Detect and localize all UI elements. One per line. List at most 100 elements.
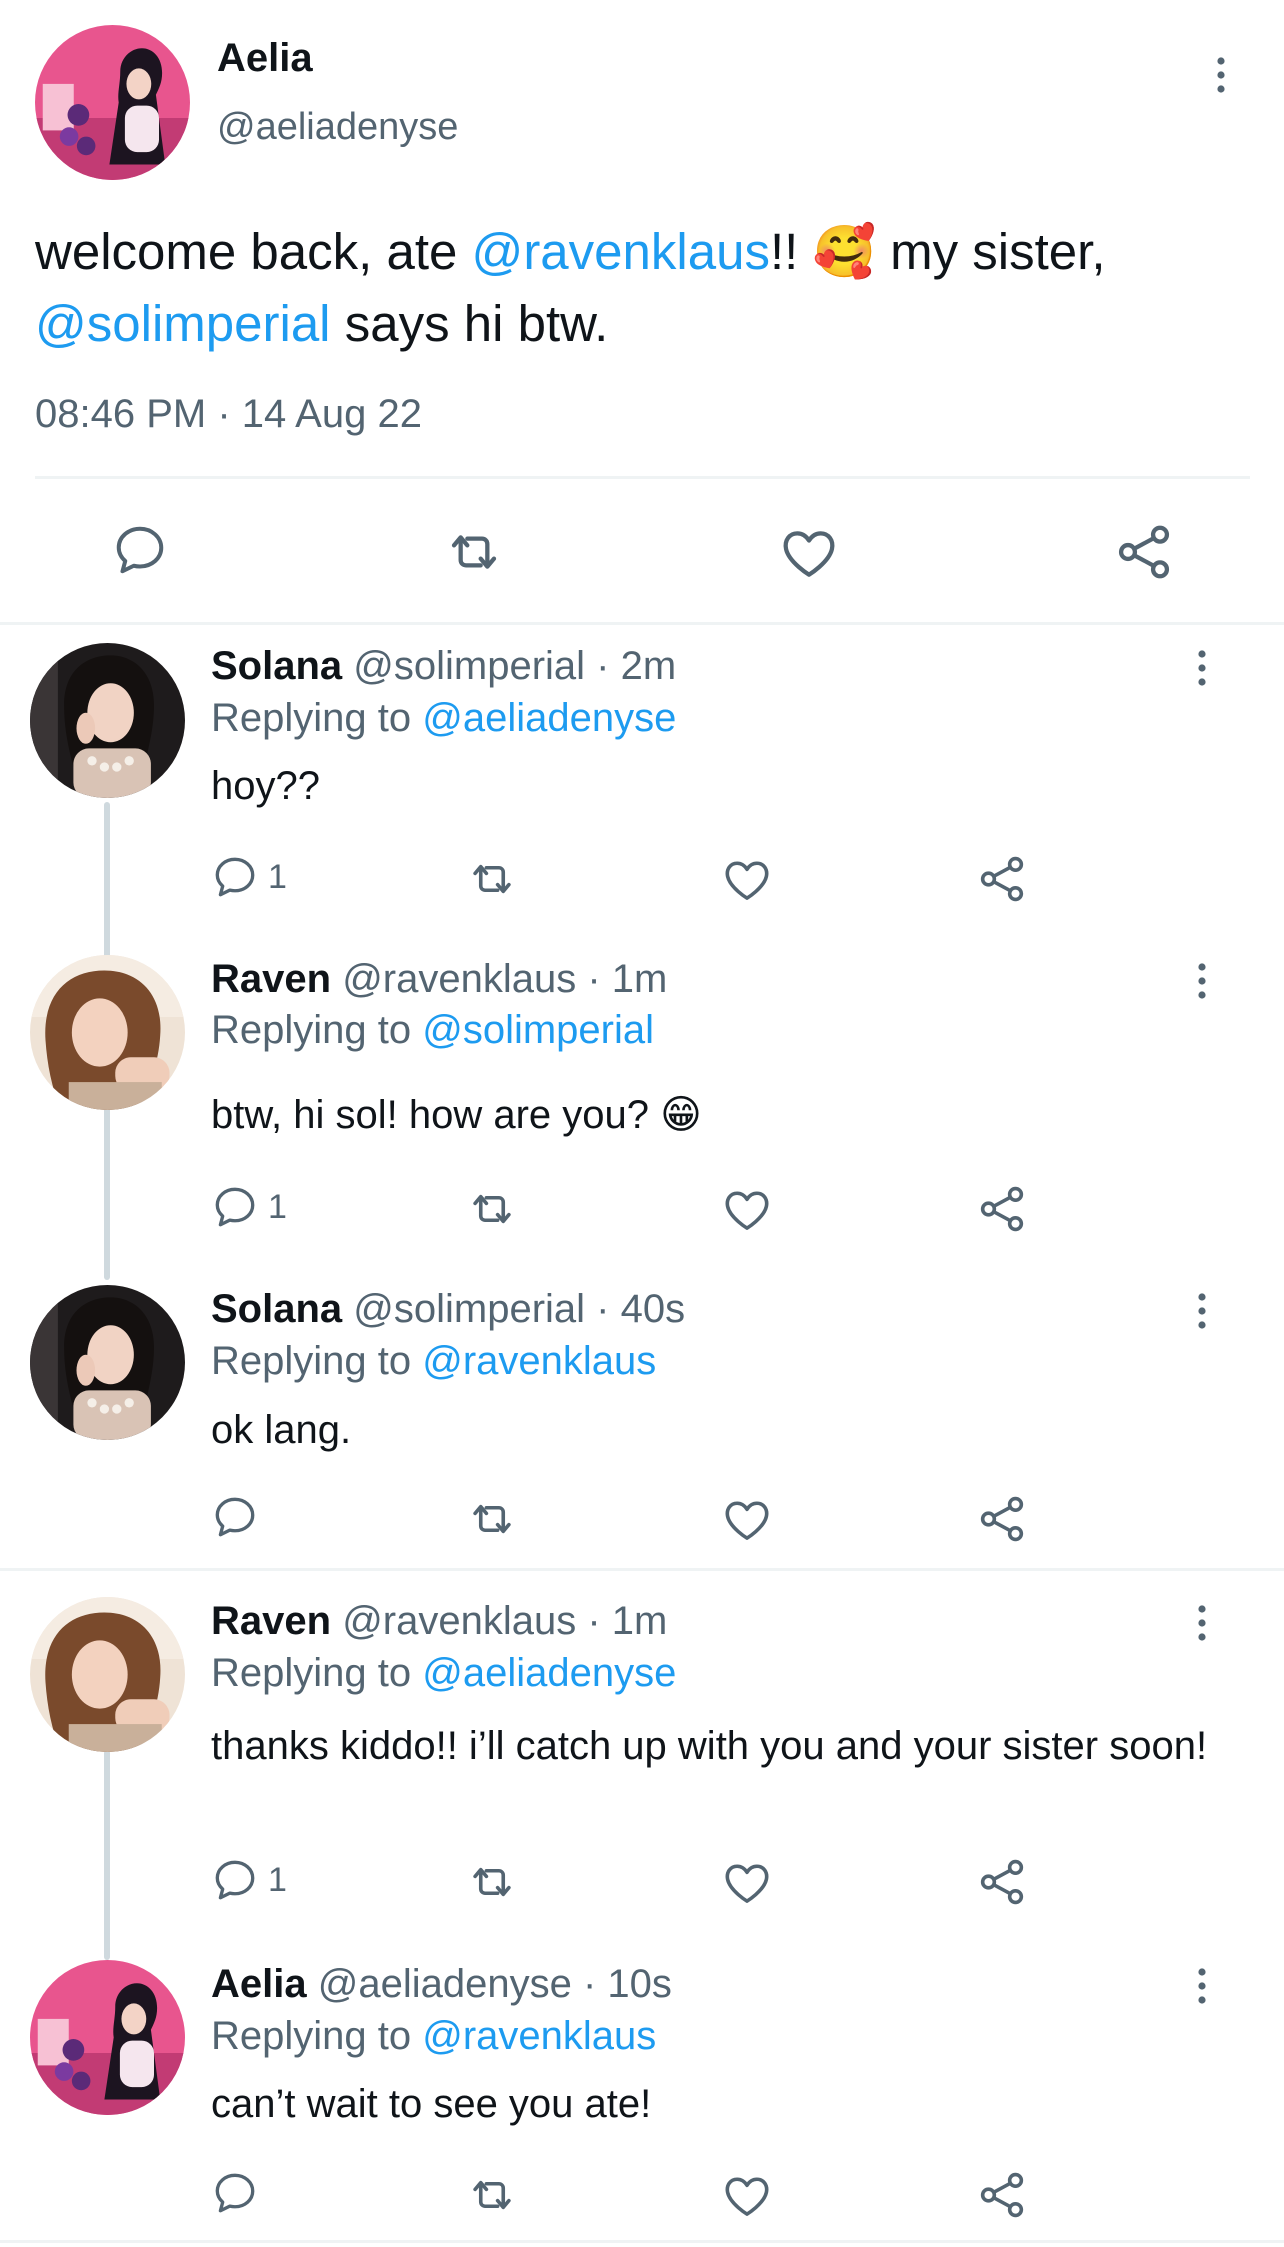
reply-icon [210, 1182, 260, 1232]
reply-avatar[interactable] [30, 1960, 185, 2115]
reply-count: 1 [268, 1187, 287, 1226]
reply-icon [110, 520, 170, 580]
retweet-icon [465, 1182, 519, 1236]
more-icon[interactable] [1211, 55, 1231, 95]
reply-handle-time[interactable]: @aeliadenyse · 10s [318, 1962, 672, 2006]
heart-icon [720, 852, 774, 906]
main-tweet-author-handle[interactable]: @aeliadenyse [217, 106, 458, 149]
main-retweet-button[interactable] [442, 520, 506, 584]
reply-button[interactable] [210, 1492, 260, 1542]
reply-author-name[interactable]: Solana [211, 1287, 342, 1331]
retweet-button[interactable] [465, 2168, 519, 2222]
reply-handle-time[interactable]: @solimperial · 40s [353, 1287, 685, 1331]
share-button[interactable] [975, 1855, 1029, 1909]
reply-icon [210, 1855, 260, 1905]
reply-header: Solana @solimperial · 2m [211, 644, 676, 689]
share-button[interactable] [975, 2168, 1029, 2222]
retweet-icon [465, 2168, 519, 2222]
reply-handle-time[interactable]: @solimperial · 2m [353, 644, 676, 688]
more-icon[interactable] [1192, 648, 1212, 688]
reply-button[interactable]: 1 [210, 852, 287, 902]
divider [0, 622, 1284, 625]
share-button[interactable] [975, 1492, 1029, 1546]
main-share-button[interactable] [1112, 520, 1176, 584]
reply-icon [210, 852, 260, 902]
reply-avatar[interactable] [30, 1285, 185, 1440]
more-icon[interactable] [1192, 961, 1212, 1001]
mention-link[interactable]: @aeliadenyse [422, 696, 676, 740]
mention-link[interactable]: @solimperial [422, 1008, 654, 1052]
more-icon[interactable] [1192, 1603, 1212, 1643]
reply-author-name[interactable]: Solana [211, 644, 342, 688]
like-button[interactable] [720, 1492, 774, 1546]
retweet-button[interactable] [465, 1855, 519, 1909]
retweet-icon [465, 1492, 519, 1546]
retweet-icon [442, 520, 506, 584]
reply-button[interactable]: 1 [210, 1182, 287, 1232]
main-tweet-timestamp: 08:46 PM · 14 Aug 22 [35, 392, 422, 436]
reply-icon [210, 2168, 260, 2218]
tweet-text-segment: my sister, [875, 223, 1106, 280]
reply-text: btw, hi sol! how are you? 😁 [211, 1093, 702, 1137]
reply-author-name[interactable]: Raven [211, 1599, 331, 1643]
reply-avatar[interactable] [30, 643, 185, 798]
reply-header: Aelia @aeliadenyse · 10s [211, 1962, 672, 2007]
reply-author-name[interactable]: Raven [211, 957, 331, 1001]
reply-button[interactable]: 1 [210, 1855, 287, 1905]
replying-to: Replying to @ravenklaus [211, 2014, 656, 2059]
replying-to: Replying to @aeliadenyse [211, 696, 676, 741]
mention-link[interactable]: @aeliadenyse [422, 1651, 676, 1695]
replying-to-label: Replying to [211, 1008, 423, 1052]
heart-icon [720, 1492, 774, 1546]
retweet-icon [465, 1855, 519, 1909]
like-button[interactable] [720, 852, 774, 906]
replying-to: Replying to @solimperial [211, 1008, 654, 1053]
retweet-button[interactable] [465, 1182, 519, 1236]
heart-icon [720, 1855, 774, 1909]
mention-link[interactable]: @ravenklaus [472, 223, 770, 280]
like-button[interactable] [720, 2168, 774, 2222]
reply-avatar[interactable] [30, 955, 185, 1110]
heart-icon [720, 1182, 774, 1236]
more-icon[interactable] [1192, 1966, 1212, 2006]
mention-link[interactable]: @ravenklaus [422, 2014, 656, 2058]
reply-handle-time[interactable]: @ravenklaus · 1m [342, 1599, 667, 1643]
main-tweet-avatar[interactable] [35, 25, 190, 180]
mention-link[interactable]: @ravenklaus [422, 1339, 656, 1383]
heart-icon [777, 520, 841, 584]
tweet-text-segment: welcome back, ate [35, 223, 472, 280]
share-button[interactable] [975, 1182, 1029, 1236]
replying-to-label: Replying to [211, 1651, 423, 1695]
share-icon [975, 852, 1029, 906]
reply-text: can’t wait to see you ate! [211, 2082, 652, 2126]
main-reply-button[interactable] [110, 520, 170, 580]
reply-count: 1 [268, 857, 287, 896]
retweet-button[interactable] [465, 1492, 519, 1546]
retweet-icon [465, 852, 519, 906]
reply-handle-time[interactable]: @ravenklaus · 1m [342, 957, 667, 1001]
tweet-text-segment: says hi btw. [330, 295, 609, 352]
reply-avatar[interactable] [30, 1597, 185, 1752]
replying-to-label: Replying to [211, 2014, 423, 2058]
share-button[interactable] [975, 852, 1029, 906]
reply-header: Solana @solimperial · 40s [211, 1287, 685, 1332]
retweet-button[interactable] [465, 852, 519, 906]
like-button[interactable] [720, 1182, 774, 1236]
reply-button[interactable] [210, 2168, 260, 2218]
share-icon [975, 1492, 1029, 1546]
reply-text: ok lang. [211, 1408, 352, 1452]
mention-link[interactable]: @solimperial [35, 295, 331, 352]
reply-text: hoy?? [211, 764, 320, 808]
reply-header: Raven @ravenklaus · 1m [211, 957, 667, 1002]
emoji: 🥰 [812, 223, 876, 280]
main-tweet-author-name[interactable]: Aelia [217, 36, 313, 81]
replying-to-label: Replying to [211, 696, 423, 740]
replying-to: Replying to @ravenklaus [211, 1339, 656, 1384]
replying-to: Replying to @aeliadenyse [211, 1651, 676, 1696]
main-like-button[interactable] [777, 520, 841, 584]
thread-line [104, 1750, 110, 1960]
reply-author-name[interactable]: Aelia [211, 1962, 307, 2006]
more-icon[interactable] [1192, 1291, 1212, 1331]
like-button[interactable] [720, 1855, 774, 1909]
tweet-text-segment: !! [769, 223, 813, 280]
